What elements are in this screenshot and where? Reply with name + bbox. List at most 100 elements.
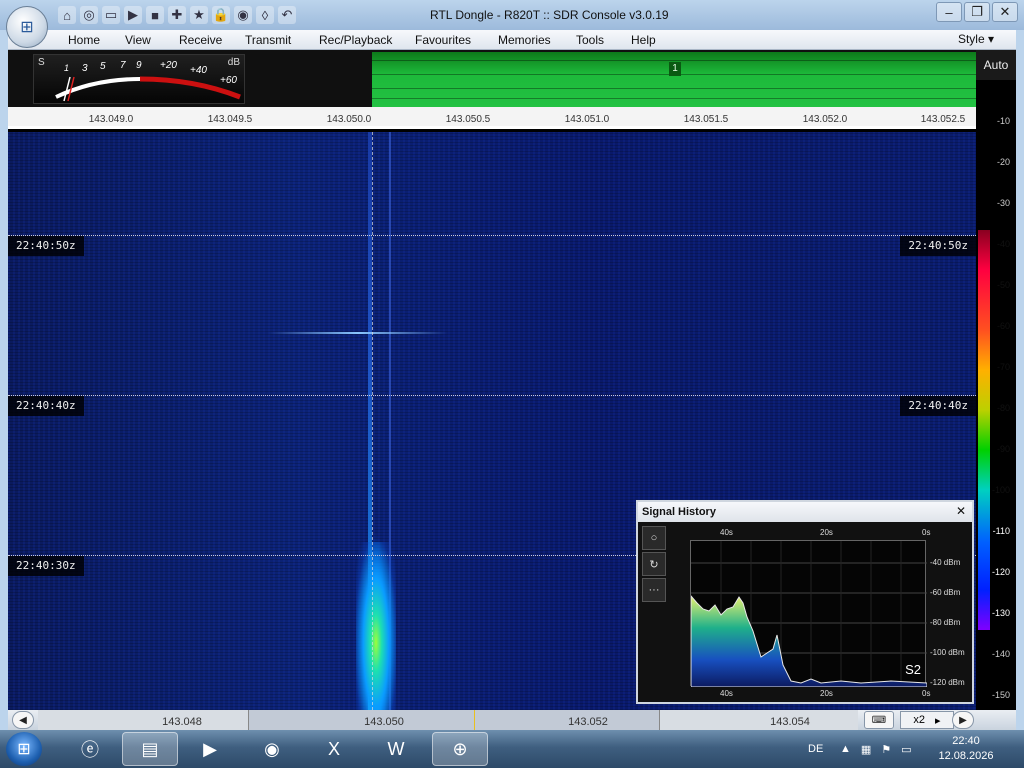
chrome-icon[interactable]: ◉	[244, 732, 300, 766]
spectrum-grid-line	[372, 88, 976, 89]
camera-icon[interactable]: ◉	[234, 6, 252, 24]
s-tick: 9	[136, 60, 142, 71]
spectrum-grid-line	[372, 98, 976, 99]
undo-icon[interactable]: ↶	[278, 6, 296, 24]
word-icon[interactable]: W	[368, 732, 424, 766]
timestamp-left: 22:40:40z	[8, 396, 84, 416]
record-toggle-icon[interactable]: ○	[642, 526, 666, 550]
minimize-button[interactable]: –	[936, 2, 962, 22]
s-label: S	[38, 57, 45, 68]
menu-view[interactable]: View	[125, 33, 151, 47]
vfo-marker[interactable]: 1	[669, 62, 681, 76]
star-icon[interactable]: ★	[190, 6, 208, 24]
db-label: -80	[996, 403, 1010, 413]
spectrum-grid-line	[372, 60, 976, 61]
scroll-left-button[interactable]: ◀	[12, 711, 34, 729]
scroll-right-button[interactable]: ▶	[952, 711, 974, 729]
signal-burst	[356, 542, 396, 710]
freq-tick: 143.051.5	[683, 114, 729, 125]
flag-icon[interactable]: ⚑	[881, 743, 891, 756]
freq-tick: 143.052.5	[920, 114, 966, 125]
network-icon[interactable]: ▦	[861, 743, 871, 756]
language-indicator[interactable]: DE	[808, 730, 823, 768]
db-label: -130	[991, 608, 1010, 618]
db-label: dB	[227, 57, 240, 68]
menu-bar: Home View Receive Transmit Rec/Playback …	[8, 30, 1016, 50]
timestamp-right: 22:40:50z	[900, 236, 976, 256]
start-button[interactable]: ⊞	[6, 732, 42, 766]
title-bar: ⌂ ◎ ▭ ▶ ■ ✚ ★ 🔒 ◉ ◊ ↶ RTL Dongle - R820T…	[0, 0, 1024, 32]
freq-tick: 143.052.0	[802, 114, 848, 125]
display-icon[interactable]: ▭	[901, 743, 911, 756]
db-label: -100	[991, 485, 1010, 495]
stop-icon[interactable]: ■	[146, 6, 164, 24]
reset-icon[interactable]: ↻	[642, 552, 666, 576]
keyboard-icon[interactable]: ⌨	[864, 711, 894, 729]
s-tick: 1	[64, 63, 70, 73]
more-icon[interactable]: ···	[642, 578, 666, 602]
system-tray: ▲ ▦ ⚑ ▭	[840, 730, 912, 768]
s-tick: 7	[120, 60, 126, 71]
home-icon[interactable]: ⌂	[58, 6, 76, 24]
menu-memories[interactable]: Memories	[498, 33, 551, 47]
internet-explorer-icon[interactable]: ⓔ	[62, 732, 118, 766]
signal-history-tools: ○ ↻ ···	[642, 526, 666, 602]
s-tick: 3	[82, 63, 88, 74]
folder-icon[interactable]: ▭	[102, 6, 120, 24]
frequency-scale-top[interactable]: 143.049.0 143.049.5 143.050.0 143.050.5 …	[8, 107, 976, 129]
left-frame	[0, 30, 8, 730]
level-label: -80 dBm	[930, 618, 961, 627]
menu-receive[interactable]: Receive	[179, 33, 222, 47]
menu-favourites[interactable]: Favourites	[415, 33, 471, 47]
db-label: -50	[996, 280, 1010, 290]
menu-help[interactable]: Help	[631, 33, 656, 47]
app-menu-orb[interactable]: ⊞	[6, 6, 48, 48]
style-dropdown[interactable]: Style ▾	[958, 32, 994, 46]
s-tick: +20	[160, 60, 177, 71]
quick-access-toolbar: ⌂ ◎ ▭ ▶ ■ ✚ ★ 🔒 ◉ ◊ ↶	[58, 6, 296, 24]
level-label: -120 dBm	[930, 678, 965, 687]
timestamp-left: 22:40:30z	[8, 556, 84, 576]
signal-streak	[268, 332, 448, 334]
menu-rec-playback[interactable]: Rec/Playback	[319, 33, 392, 47]
s-tick: 5	[100, 61, 106, 72]
clock[interactable]: 22:40 12.08.2026	[936, 734, 996, 764]
play-icon[interactable]: ▶	[124, 6, 142, 24]
level-label: -40 dBm	[930, 558, 961, 567]
overview-scale[interactable]: 143.048 143.050 143.052 143.054	[38, 710, 858, 730]
drop-icon[interactable]: ◊	[256, 6, 274, 24]
menu-transmit[interactable]: Transmit	[245, 33, 291, 47]
auto-button[interactable]: Auto	[976, 50, 1016, 80]
maximize-button[interactable]: ❐	[964, 2, 990, 22]
time-divider	[8, 235, 976, 236]
chevron-right-icon: ▸	[935, 714, 941, 727]
zoom-selector[interactable]: x2 ▸	[900, 711, 954, 729]
show-hidden-icons-icon[interactable]: ▲	[840, 743, 851, 755]
lock-icon[interactable]: 🔒	[212, 6, 230, 24]
db-label: -150	[991, 690, 1010, 700]
overview-freq: 143.050	[364, 716, 404, 728]
signal-history-plot	[690, 541, 928, 688]
db-label: -20	[996, 157, 1010, 167]
close-button[interactable]: ✕	[992, 2, 1018, 22]
menu-tools[interactable]: Tools	[576, 33, 604, 47]
overview-cursor	[474, 710, 475, 730]
signal-history-title: Signal History	[638, 502, 972, 522]
zoom-label: x2	[913, 714, 926, 726]
plus-icon[interactable]: ✚	[168, 6, 186, 24]
spectrum-display[interactable]: 1	[372, 52, 976, 107]
db-label: -30	[996, 198, 1010, 208]
signal-history-close-button[interactable]: ✕	[954, 504, 968, 518]
overview-freq: 143.054	[770, 716, 810, 728]
excel-icon[interactable]: X	[306, 732, 362, 766]
media-player-icon[interactable]: ▶	[182, 732, 238, 766]
file-explorer-icon[interactable]: ▤	[122, 732, 178, 766]
sdr-console-icon[interactable]: ⊕	[432, 732, 488, 766]
time-label-top: 0s	[922, 528, 931, 537]
freq-tick: 143.050.0	[326, 114, 372, 125]
level-label: -100 dBm	[930, 648, 965, 657]
lifebuoy-icon[interactable]: ◎	[80, 6, 98, 24]
menu-home[interactable]: Home	[68, 33, 100, 47]
tuning-cursor[interactable]	[372, 132, 373, 710]
s-meter: S dB 1 3 5 7 9 +20 +40 +60	[33, 54, 245, 104]
